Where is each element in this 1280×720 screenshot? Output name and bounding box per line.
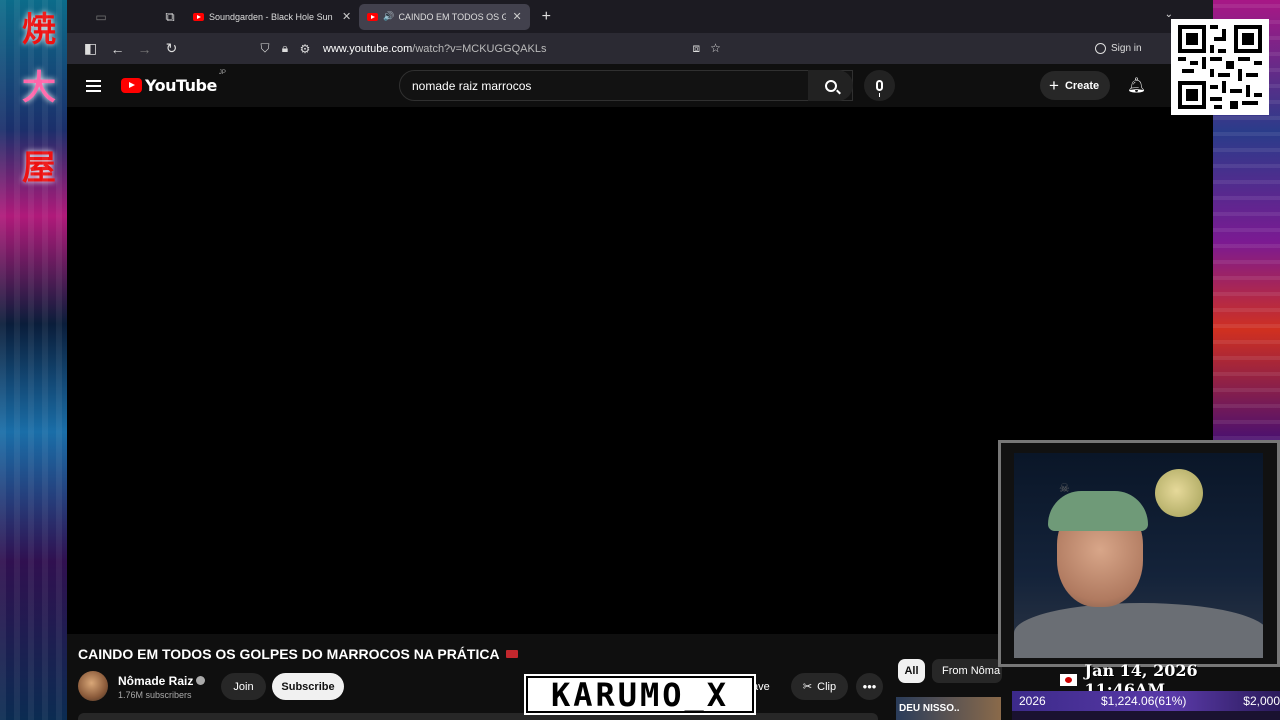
tab-title: CAINDO EM TODOS OS GOLPES: [398, 11, 507, 22]
more-actions-icon[interactable]: •••: [856, 673, 883, 700]
webcam-feed: ☠: [1014, 453, 1263, 658]
search-box[interactable]: ✕: [399, 70, 853, 101]
forward-icon[interactable]: →: [131, 41, 158, 57]
youtube-favicon-icon: [367, 12, 379, 21]
morocco-flag-icon: [505, 650, 518, 658]
video-title-text: CAINDO EM TODOS OS GOLPES DO MARROCOS NA…: [78, 646, 500, 662]
verified-icon: [196, 676, 206, 685]
notifications-bell-icon[interactable]: 🔔︎: [1127, 76, 1146, 94]
scissors-icon: ✂: [802, 681, 813, 693]
sign-in-button[interactable]: Sign in: [1095, 43, 1142, 54]
tab-title: Soundgarden - Black Hole Sun: [209, 11, 333, 22]
channel-avatar[interactable]: [78, 671, 108, 701]
youtube-play-icon: [121, 78, 142, 93]
video-title: CAINDO EM TODOS OS GOLPES DO MARROCOS NA…: [78, 646, 518, 662]
neon-sign-left: 屋: [22, 148, 56, 188]
youtube-header: YouTube JP ✕ + Create 🔔︎: [67, 64, 1213, 107]
close-icon[interactable]: ✕: [342, 10, 351, 23]
tab-bar: ▭ ⧉ Soundgarden - Black Hole Sun ✕ 🔊 CAI…: [67, 0, 1213, 33]
chip-all[interactable]: All: [898, 659, 925, 683]
neon-sign-left: 焼: [22, 10, 56, 50]
url-bar[interactable]: ⛉ 🔒︎ ⚙ www.youtube.com/watch?v=MCKUGGQAK…: [255, 37, 995, 61]
thumbnail-text: DEU NISSO..: [899, 703, 960, 714]
chip-from-channel[interactable]: From Nôma: [932, 659, 1002, 683]
streamer-watermark: KARUMO_X: [524, 674, 756, 715]
youtube-logo[interactable]: YouTube JP: [121, 70, 226, 95]
tab-groups-icon[interactable]: ⧉: [155, 6, 185, 28]
goal-year: 2026: [1019, 694, 1046, 708]
tab-soundgarden[interactable]: Soundgarden - Black Hole Sun ✕: [185, 4, 359, 30]
url-text[interactable]: www.youtube.com/watch?v=MCKUGGQAKLs: [323, 43, 546, 55]
speaker-icon[interactable]: 🔊: [383, 11, 394, 22]
webcam-overlay: ☠: [998, 440, 1280, 667]
streamer-shirt: [1014, 603, 1263, 658]
account-icon: [1095, 43, 1106, 54]
neon-sign-left: 大: [22, 68, 56, 108]
plus-icon: +: [1049, 75, 1059, 95]
qr-code-pattern: [1178, 25, 1262, 109]
search-button[interactable]: [808, 70, 853, 101]
date-time-overlay: Jan 14, 2026 11:46AM: [1060, 661, 1278, 699]
region-code: JP: [218, 70, 226, 76]
create-button[interactable]: + Create: [1040, 71, 1111, 100]
clip-label: Clip: [817, 680, 837, 693]
shield-icon[interactable]: ⛉: [255, 41, 275, 56]
tab-caindo[interactable]: 🔊 CAINDO EM TODOS OS GOLPES ✕: [359, 3, 530, 30]
menu-icon[interactable]: [86, 79, 101, 92]
bookmark-star-icon[interactable]: ☆: [710, 41, 721, 56]
channel-name[interactable]: Nômade Raiz: [118, 674, 206, 688]
qr-code: [1171, 19, 1269, 115]
join-button[interactable]: Join: [221, 673, 266, 700]
channel-name-text: Nômade Raiz: [118, 674, 194, 688]
japan-flag-icon: [1060, 674, 1077, 686]
lock-icon[interactable]: 🔒︎: [275, 41, 295, 56]
subscriber-count: 1.76M subscribers: [118, 690, 192, 700]
firefox-view-icon[interactable]: ▭: [71, 6, 131, 28]
new-tab-icon[interactable]: +: [542, 8, 551, 26]
streamer-cap: [1048, 491, 1148, 531]
url-path: /watch?v=MCKUGGQAKLs: [412, 42, 547, 55]
goal-progress-strip: [1012, 711, 1280, 720]
sidebar-icon[interactable]: ◧: [77, 40, 104, 57]
microphone-icon: [876, 80, 883, 97]
youtube-favicon-icon: [193, 12, 204, 21]
donation-goal-bar: 2026 $1,224.06(61%) $2,000: [1012, 691, 1280, 711]
subscribe-button[interactable]: Subscribe: [272, 673, 344, 700]
description-box[interactable]: [78, 713, 878, 720]
url-domain: www.youtube.com: [323, 42, 413, 55]
goal-amount: $1,224.06(61%): [1101, 694, 1187, 708]
sign-in-label: Sign in: [1111, 43, 1142, 54]
voice-search-button[interactable]: [864, 70, 895, 101]
search-icon: [824, 79, 837, 92]
background-neon-left: 焼 大 屋: [0, 0, 67, 720]
create-label: Create: [1064, 79, 1100, 92]
permissions-icon[interactable]: ⚙: [295, 42, 315, 56]
pixel-moon: [1155, 469, 1203, 517]
navigation-bar: ◧ ← → ↻ ⛉ 🔒︎ ⚙ www.youtube.com/watch?v=M…: [67, 33, 1213, 64]
back-icon[interactable]: ←: [104, 41, 131, 57]
save-button[interactable]: ave: [752, 681, 770, 693]
clip-button[interactable]: ✂ Clip: [791, 673, 848, 700]
logo-text: YouTube: [145, 76, 217, 95]
close-icon[interactable]: ✕: [512, 10, 521, 23]
goal-target: $2,000: [1243, 694, 1280, 708]
related-video-thumbnail[interactable]: DEU NISSO..: [896, 697, 1001, 720]
reload-icon[interactable]: ↻: [158, 40, 185, 57]
picture-in-picture-icon[interactable]: ⧈: [692, 41, 700, 56]
search-input[interactable]: [412, 78, 772, 93]
